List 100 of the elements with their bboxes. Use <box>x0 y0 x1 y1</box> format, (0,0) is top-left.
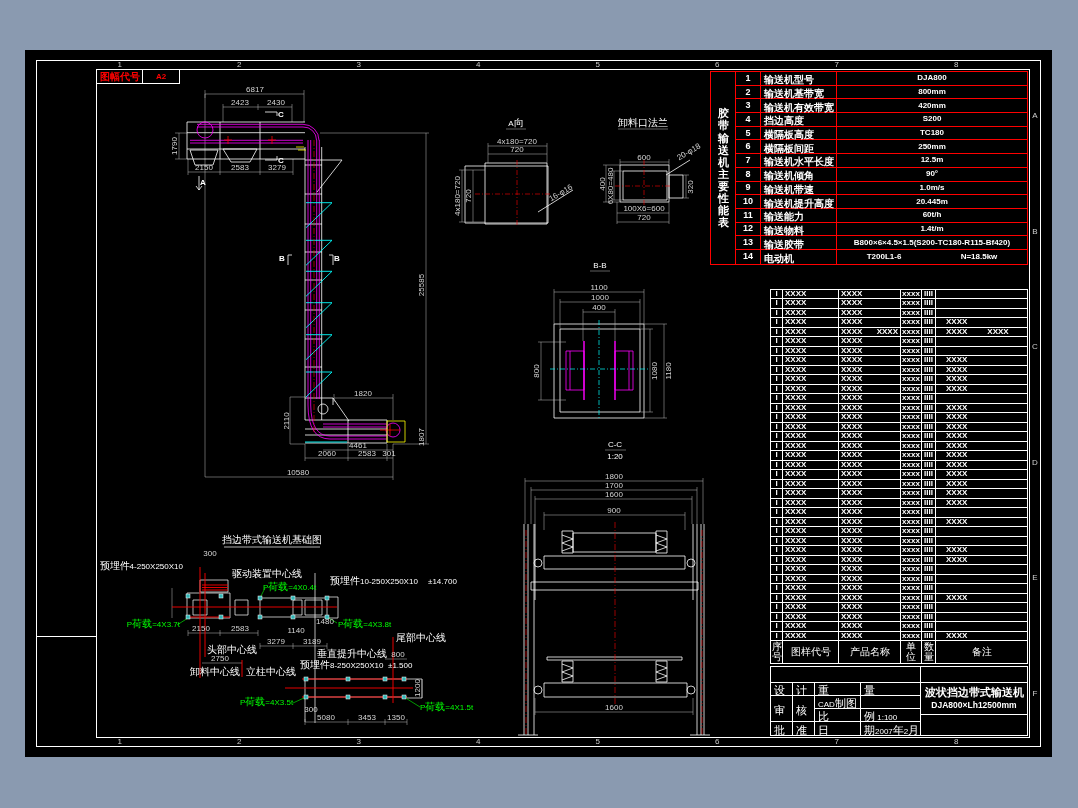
table-cell: xxxx <box>901 346 922 355</box>
dimension-label: 1480 <box>316 617 334 626</box>
table-cell: 输送机倾角 <box>761 167 837 181</box>
table-cell: IIII <box>922 517 936 526</box>
load-label: P荷载=4X3.7t <box>126 618 180 629</box>
table-cell: I <box>771 517 783 526</box>
table-title: 胶带输送机主要性能表 <box>717 107 729 229</box>
table-cell: XXXX <box>783 622 839 631</box>
dimension-label: 320 <box>686 180 695 194</box>
table-cell: XXXX <box>841 318 863 327</box>
table-cell: 10 <box>736 195 761 208</box>
table-cell: XXXX <box>841 375 863 384</box>
table-cell: XXXX <box>783 460 839 469</box>
centerline-label: 垂直提升中心线 <box>317 648 387 659</box>
zone-number: 5 <box>595 61 600 69</box>
table-cell: xxxx <box>901 308 922 317</box>
table-cell: XXXX <box>783 346 839 355</box>
table-cell: XXXX <box>841 527 863 536</box>
table-cell: XXXX <box>987 327 1009 336</box>
table-cell: I <box>771 508 783 517</box>
table-cell: 横隔板高度 <box>761 126 837 140</box>
zone-number: 8 <box>954 61 959 69</box>
table-cell: 90° <box>925 170 939 179</box>
anchor-marker <box>345 694 351 700</box>
table-cell: xxxx <box>901 593 922 602</box>
zone-number: 4 <box>476 61 481 69</box>
dimension-label: 4461 <box>349 441 367 450</box>
table-cell: XXXX <box>841 508 863 517</box>
table-cell: xxxx <box>901 327 922 336</box>
table-cell: IIII <box>922 555 936 564</box>
table-cell: I <box>771 413 783 422</box>
table-cell: I <box>771 308 783 317</box>
table-cell: XXXX <box>946 413 968 422</box>
table-cell: XXXX <box>946 356 968 365</box>
zone-number: 3 <box>356 738 361 746</box>
table-cell: XXXX <box>841 603 863 612</box>
anchor-marker <box>218 593 224 599</box>
table-cell: 输送机水平长度 <box>761 154 837 167</box>
table-cell: T200L1-6 <box>866 252 902 261</box>
table-cell: XXXX <box>946 318 968 327</box>
dimension-label: 300 <box>203 549 217 558</box>
table-cell: 9 <box>736 181 761 195</box>
dimension-label: 1600 <box>605 703 623 712</box>
embedded-part-label: 预埋件8-250X250X10 <box>300 659 384 670</box>
dimension-label: 4x180=720 <box>453 176 462 216</box>
dimension-label: 10580 <box>286 468 310 477</box>
table-cell: XXXX <box>841 517 863 526</box>
table-cell: I <box>771 555 783 564</box>
anchor-marker <box>324 614 330 620</box>
column-header: 单位 <box>906 642 916 662</box>
dimension-label: 2583 <box>231 163 249 172</box>
table-cell: I <box>771 441 783 450</box>
dimension-label: 2583 <box>358 449 376 458</box>
table-cell: 电动机 <box>761 249 837 264</box>
table-cell: I <box>771 479 783 488</box>
table-cell: B800×6×4.5×1.5(S200-TC180-R115-Bf420) <box>853 238 1011 247</box>
dimension-label: 2750 <box>211 654 229 663</box>
table-cell: IIII <box>922 584 936 593</box>
dimension-label: 2110 <box>282 412 291 430</box>
anchor-marker <box>257 614 263 620</box>
dimension-label: 1820 <box>354 389 372 398</box>
anchor-marker <box>345 676 351 682</box>
table-cell: I <box>771 299 783 308</box>
table-cell: I <box>771 460 783 469</box>
table-cell: 8 <box>736 167 761 181</box>
table-cell: XXXX <box>783 603 839 612</box>
title-block-label: 审 <box>771 696 793 722</box>
table-cell: 12.5m <box>920 156 944 165</box>
table-cell: 7 <box>736 154 761 167</box>
table-cell: I <box>771 451 783 460</box>
title-block-label: CAD制图 <box>815 696 861 709</box>
anchor-marker <box>303 676 309 682</box>
zone-number: 7 <box>834 61 839 69</box>
table-cell: I <box>771 631 783 640</box>
table-cell: XXXX <box>783 413 839 422</box>
table-cell: xxxx <box>901 318 922 327</box>
dimension-label: 720 <box>464 189 473 203</box>
table-cell: XXXX <box>841 413 863 422</box>
table-cell: XXXX <box>841 536 863 545</box>
table-cell: XXXX <box>783 451 839 460</box>
dimension-label: 301 <box>382 449 396 458</box>
table-cell: IIII <box>922 422 936 431</box>
table-cell: XXXX <box>783 498 839 507</box>
dimension-label: 800 <box>391 650 405 659</box>
table-cell: XXXX <box>783 631 839 640</box>
dimension-label: 1080 <box>650 362 659 380</box>
table-cell: xxxx <box>901 365 922 374</box>
table-cell: 输送机提升高度 <box>761 195 837 208</box>
table-cell: XXXX <box>841 384 863 393</box>
table-cell: I <box>771 536 783 545</box>
title-block-label: 期2007年2月 <box>863 722 920 735</box>
table-cell: I <box>771 337 783 346</box>
table-cell: xxxx <box>901 631 922 640</box>
table-cell: XXXX <box>841 631 863 640</box>
anchor-marker <box>290 614 296 620</box>
table-cell: XXXX <box>946 451 968 460</box>
table-cell: IIII <box>922 337 936 346</box>
table-cell: xxxx <box>901 384 922 393</box>
table-cell: DJA800 <box>917 74 947 83</box>
table-cell: xxxx <box>901 508 922 517</box>
